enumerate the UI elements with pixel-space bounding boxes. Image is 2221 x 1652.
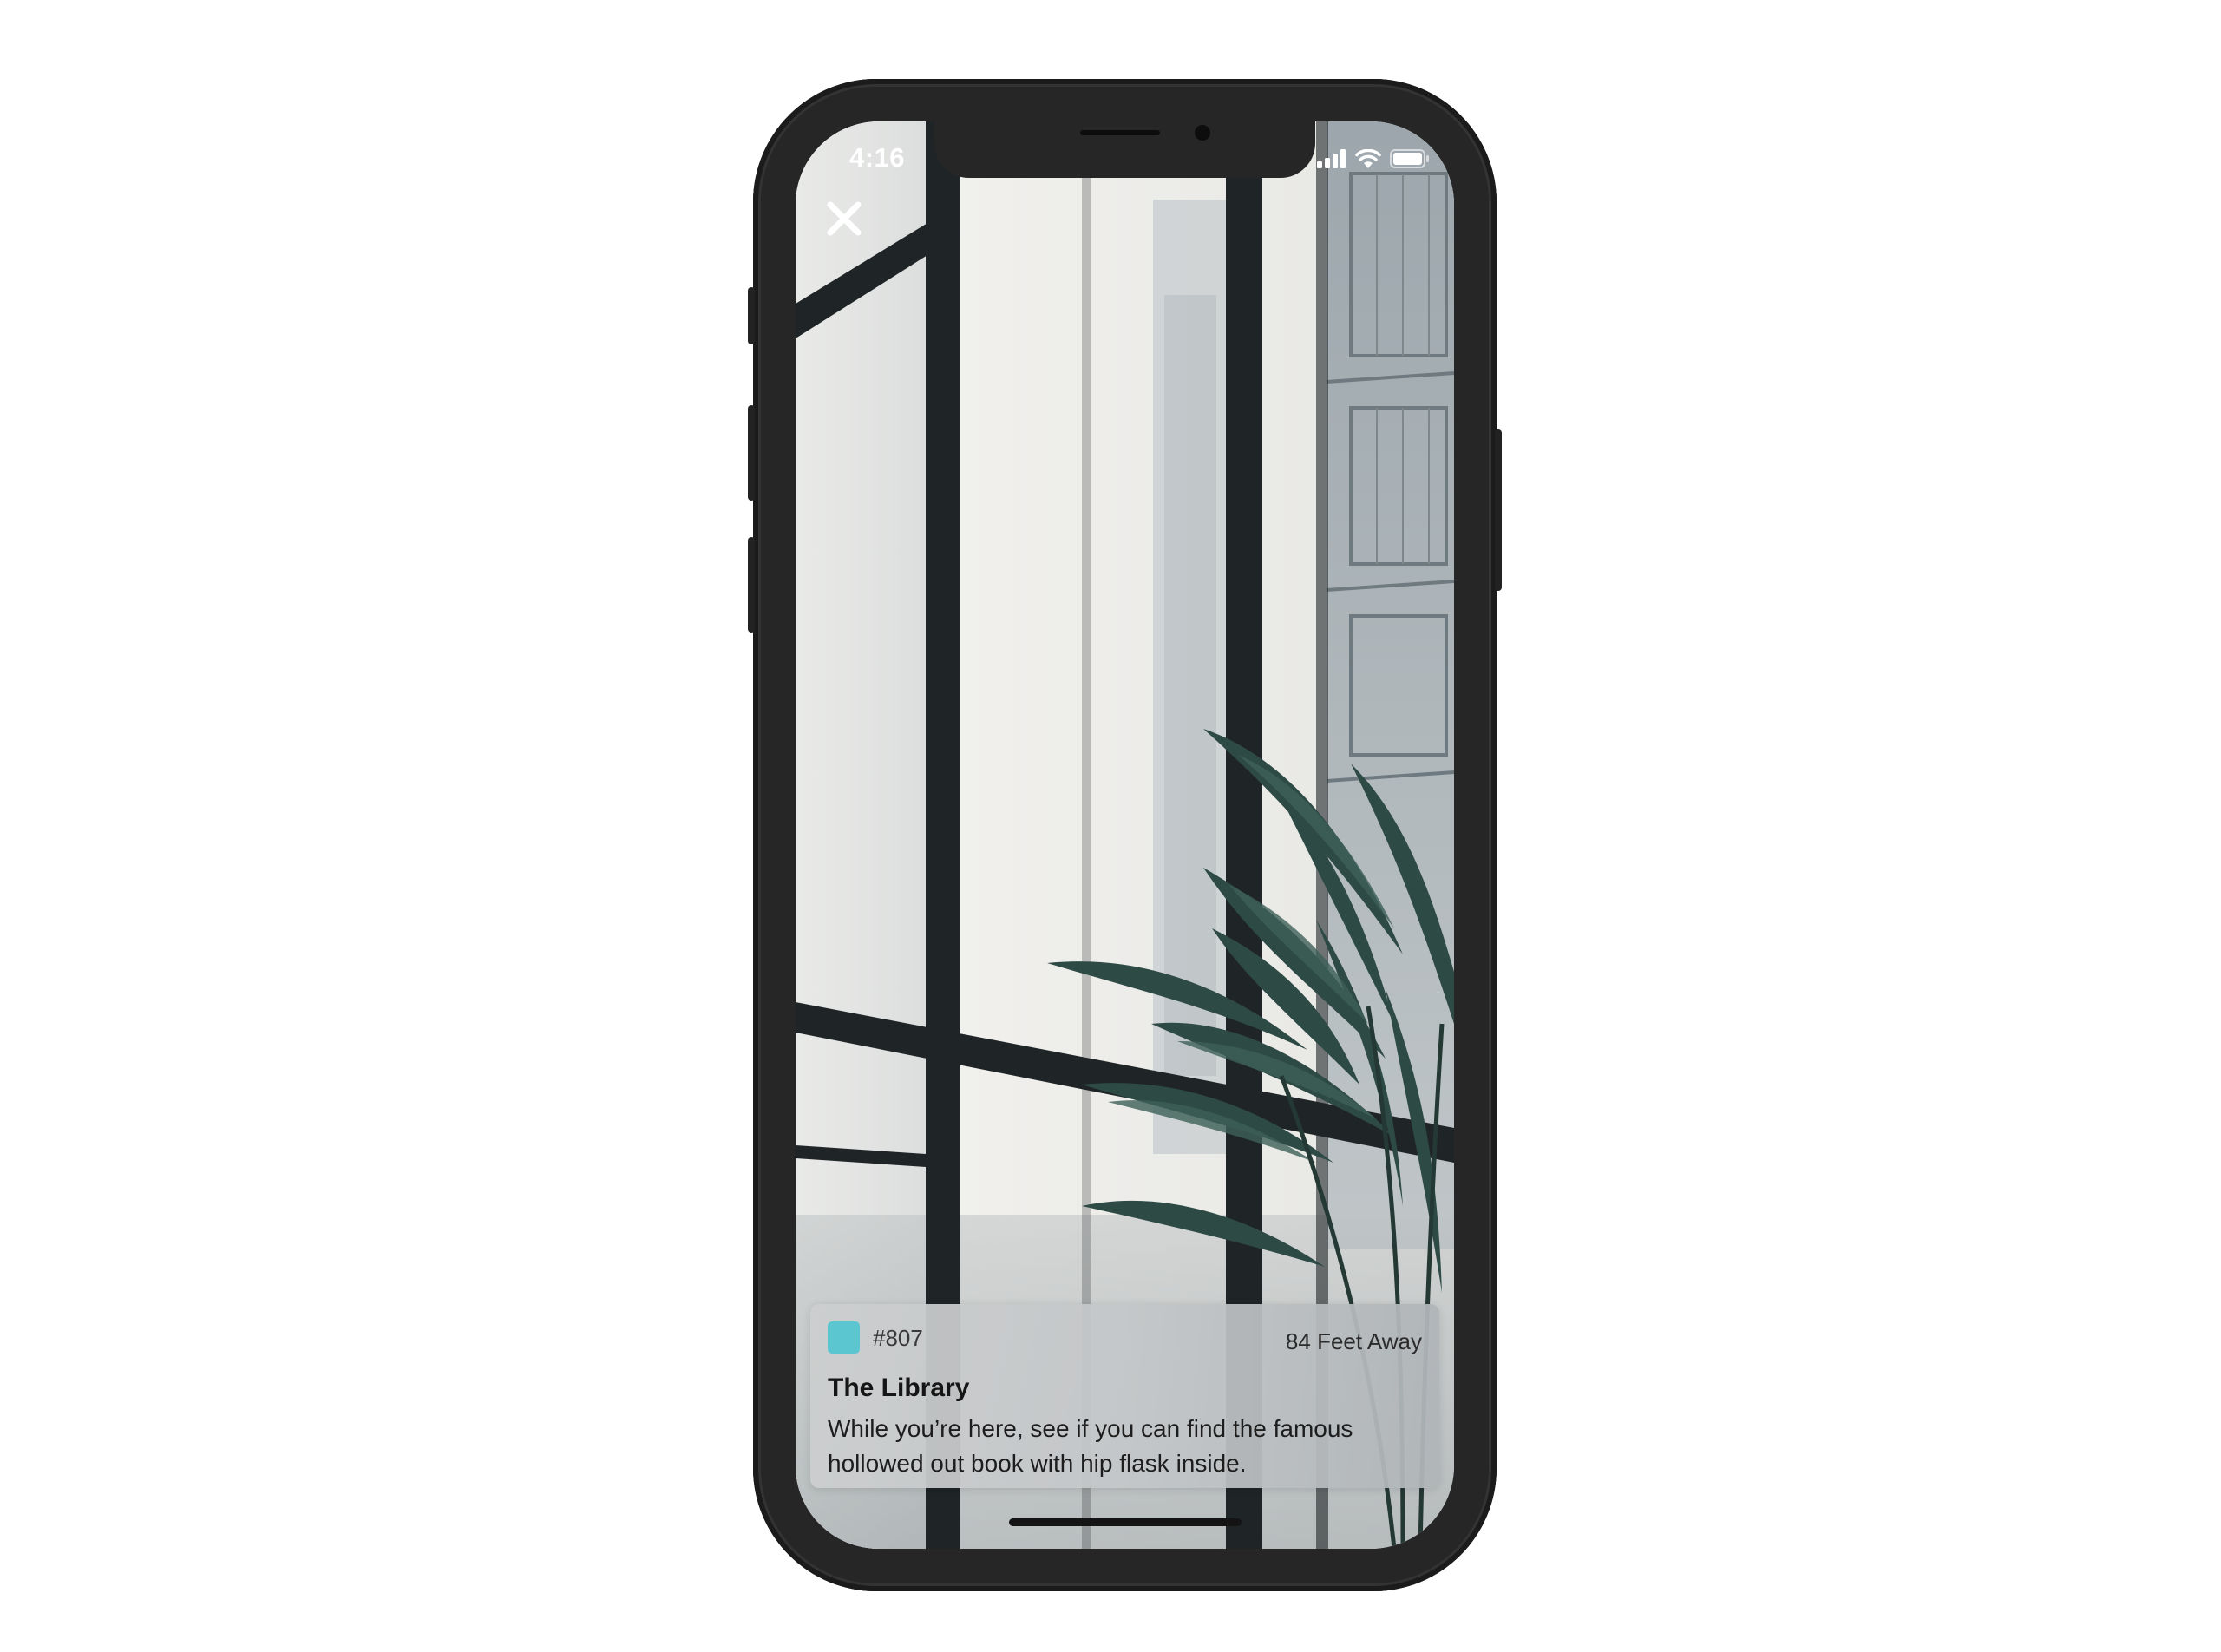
close-icon[interactable] <box>823 198 865 239</box>
silent-switch <box>748 287 755 344</box>
wifi-icon <box>1355 149 1381 168</box>
home-indicator[interactable] <box>1009 1518 1242 1526</box>
status-bar-icons <box>1317 148 1430 170</box>
volume-up-button <box>748 405 755 501</box>
location-title: The Library <box>828 1373 970 1402</box>
location-color-swatch <box>828 1321 860 1354</box>
front-camera <box>1195 125 1210 141</box>
location-info-card[interactable]: #807 84 Feet Away The Library While you’… <box>810 1304 1439 1488</box>
cellular-signal-icon <box>1317 149 1346 168</box>
location-distance: 84 Feet Away <box>1285 1328 1422 1354</box>
location-description: While you’re here, see if you can find t… <box>828 1415 1353 1477</box>
status-bar-time: 4:16 <box>849 142 906 173</box>
location-number: #807 <box>873 1325 923 1351</box>
device-notch <box>934 121 1315 178</box>
power-button <box>1495 429 1502 591</box>
camera-ar-view[interactable]: 4:16 #807 84 Feet Away The Library While… <box>796 121 1454 1549</box>
battery-icon <box>1390 149 1429 168</box>
volume-down-button <box>748 537 755 633</box>
phone-device-frame: 4:16 #807 84 Feet Away The Library While… <box>748 79 1502 1591</box>
earpiece-speaker <box>1080 130 1160 135</box>
